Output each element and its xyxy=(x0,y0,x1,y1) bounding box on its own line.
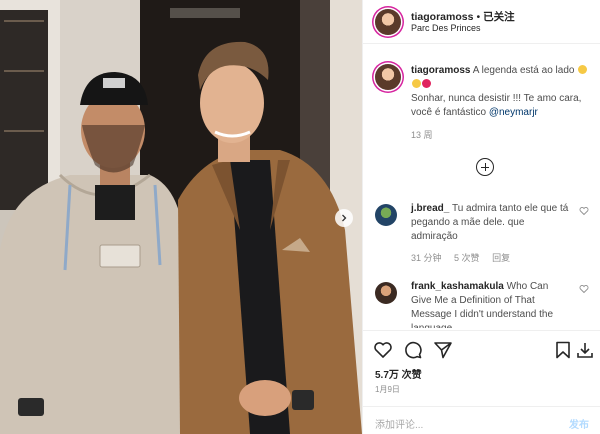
follow-status-button[interactable]: 已关注 xyxy=(483,11,515,23)
heart-icon[interactable] xyxy=(579,284,589,294)
commenter-avatar[interactable] xyxy=(375,204,397,226)
post-photo xyxy=(0,0,362,434)
commenter-avatar[interactable] xyxy=(375,282,397,304)
heart-emoji-icon xyxy=(422,79,431,88)
reply-button[interactable]: 回复 xyxy=(492,253,510,263)
comment-likes[interactable]: 5 次赞 xyxy=(454,253,480,263)
comment-icon[interactable] xyxy=(403,340,423,360)
bookmark-icon[interactable] xyxy=(553,340,573,360)
post-date: 1月9日 xyxy=(375,385,400,394)
add-comment-bar: 添加评论... 发布 xyxy=(363,406,600,434)
photo-illustration xyxy=(0,0,362,434)
caption-line1: A legenda está ao lado xyxy=(472,65,575,76)
heart-icon[interactable] xyxy=(579,206,589,216)
author-name-row: tiagoramoss • 已关注 xyxy=(411,9,515,24)
heart-icon[interactable] xyxy=(373,340,393,360)
caption-time: 13 周 xyxy=(411,130,433,140)
comment-text-block: j.bread_ Tu admira tanto ele que tá pega… xyxy=(411,202,569,244)
crying-emoji-icon xyxy=(412,79,421,88)
share-icon[interactable] xyxy=(433,340,453,360)
caption-mention[interactable]: @neymarjr xyxy=(489,107,538,118)
caption-text: tiagoramoss A legenda está ao lado Sonha… xyxy=(411,64,591,120)
author-avatar[interactable] xyxy=(375,9,401,35)
crying-emoji-icon xyxy=(578,65,588,74)
comment-username[interactable]: j.bread_ xyxy=(411,203,449,214)
next-photo-button[interactable] xyxy=(335,209,353,227)
separator-dot: • xyxy=(476,11,481,23)
download-icon[interactable] xyxy=(575,340,595,360)
comment-meta: 31 分钟 5 次赞 回复 xyxy=(411,251,520,264)
chevron-right-icon xyxy=(342,214,347,222)
post-header: tiagoramoss • 已关注 Parc Des Princes xyxy=(363,0,600,44)
post-sidebar: tiagoramoss • 已关注 Parc Des Princes tiagora… xyxy=(362,0,600,434)
caption-avatar[interactable] xyxy=(375,64,401,90)
author-username[interactable]: tiagoramoss xyxy=(411,11,473,23)
comment-input[interactable]: 添加评论... xyxy=(375,416,423,431)
comment-text-block: frank_kashamakula Who Can Give Me a Defi… xyxy=(411,280,569,328)
action-bar xyxy=(363,330,600,370)
caption-username[interactable]: tiagoramoss xyxy=(411,65,470,76)
plus-circle-icon[interactable] xyxy=(476,158,494,176)
comment-username[interactable]: frank_kashamakula xyxy=(411,281,504,292)
post-comment-button[interactable]: 发布 xyxy=(569,416,589,431)
comment-time: 31 分钟 xyxy=(411,253,442,263)
post-location[interactable]: Parc Des Princes xyxy=(411,23,481,33)
likes-count[interactable]: 5.7万 次赞 xyxy=(375,366,422,381)
